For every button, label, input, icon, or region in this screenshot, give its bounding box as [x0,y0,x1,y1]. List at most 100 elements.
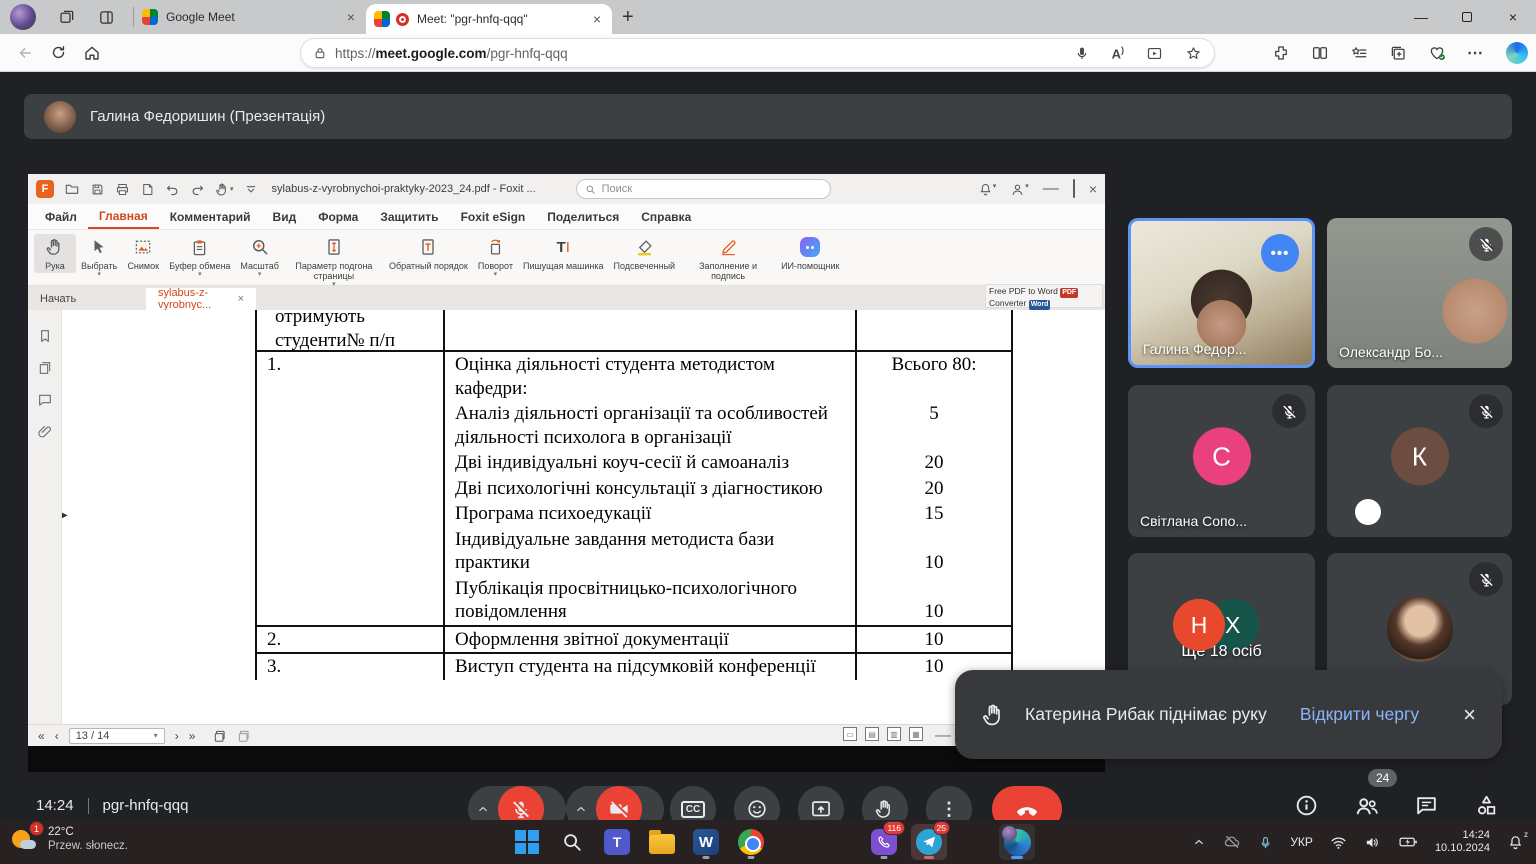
wifi-icon[interactable] [1330,834,1347,851]
continuous-facing-icon[interactable]: ▦ [909,727,923,741]
tab-actions-icon[interactable] [98,9,115,26]
camera-options-chevron-icon[interactable] [566,802,596,816]
close-button[interactable]: × [1490,0,1536,34]
tool-typewriter[interactable]: TIПишущая машинка [518,234,609,273]
tool-zoom[interactable]: Масштаб▾ [235,234,284,280]
tool-ai-assistant[interactable]: ИИ-помощник [776,234,844,273]
tab-close-icon[interactable]: × [590,11,604,27]
quick-tool-icon[interactable]: ▾ [215,182,234,197]
menu-esign[interactable]: Foxit eSign [450,206,537,228]
hidden-icons-ch evron-icon[interactable] [1192,835,1206,849]
zoom-out-icon[interactable]: — [935,727,951,745]
language-indicator[interactable]: УКР [1290,835,1313,849]
collections-icon[interactable] [1389,44,1407,62]
menu-home[interactable]: Главная [88,205,159,229]
activities-icon[interactable] [1474,793,1499,818]
doc-tab-close-icon[interactable]: × [238,293,244,305]
notifications-bell-icon[interactable]: ▾ [978,182,997,197]
tile-k[interactable]: К [1327,385,1512,537]
favorites-icon[interactable] [1350,44,1368,62]
viber-icon[interactable]: 116 [866,824,902,860]
account-icon[interactable]: ▾ [1010,182,1029,197]
foxit-close-icon[interactable]: × [1089,181,1097,197]
tile-galyna[interactable]: ••• Галина Федор... [1128,218,1315,368]
start-button[interactable] [509,824,545,860]
attachments-panel-icon[interactable] [37,424,53,440]
export-page-icon[interactable] [140,182,155,197]
doc-tab-start[interactable]: Начать [28,288,146,310]
tray-mic-icon[interactable] [1258,835,1273,850]
continuous-page-icon[interactable]: ▤ [865,727,879,741]
mic-options-chevron-icon[interactable] [468,802,498,816]
open-queue-link[interactable]: Відкрити чергу [1300,704,1419,725]
tool-select[interactable]: Выбрать▾ [76,234,122,280]
chrome-icon[interactable] [733,824,769,860]
toast-close-icon[interactable]: × [1463,702,1476,728]
file-explorer-icon[interactable] [644,824,680,860]
copilot-icon[interactable] [1506,42,1528,64]
menu-form[interactable]: Форма [307,206,369,228]
extensions-icon[interactable] [1272,44,1290,62]
workspaces-icon[interactable] [58,8,76,26]
restore-button[interactable] [1444,0,1490,34]
tile-oleksandr[interactable]: Олександр Бо... [1327,218,1512,368]
video-translate-icon[interactable] [1146,45,1163,62]
tool-fill-sign[interactable]: Заполнение и подпись [680,234,776,283]
word-icon[interactable]: W [688,824,724,860]
tab-meet-call[interactable]: Meet: "pgr-hnfq-qqq" × [366,4,612,34]
save-icon[interactable] [90,182,105,197]
facing-page-icon[interactable]: ▥ [887,727,901,741]
tool-page-fit[interactable]: Параметр подгона страницы▾ [284,234,384,290]
pdf-to-word-ad[interactable]: Free PDF to Word PDF Converter Word [985,284,1103,308]
refresh-icon[interactable] [50,44,67,61]
redo-icon[interactable] [190,182,205,197]
minimize-button[interactable]: — [1398,0,1444,34]
foxit-search-box[interactable]: Поиск [576,179,831,199]
new-tab-button[interactable]: + [622,6,634,29]
foxit-minimize-icon[interactable]: — [1043,180,1059,198]
doc-tab-sylabus[interactable]: sylabus-z-vyrobnyc...× [146,288,256,310]
tool-rotate[interactable]: Поворот▾ [473,234,518,280]
tool-snapshot[interactable]: Снимок [122,234,164,273]
pdf-page[interactable]: отримуютьстуденти№ п/п 1. Оцінка діяльно… [62,310,1105,724]
read-aloud-icon[interactable]: A) [1112,45,1124,61]
home-icon[interactable] [83,44,101,62]
tool-hand[interactable]: Рука [34,234,76,273]
tool-clipboard[interactable]: Буфер обмена▾ [164,234,235,280]
pages-panel-icon[interactable] [37,360,53,376]
first-page-icon[interactable]: « [38,729,45,743]
browser-profile-avatar[interactable] [10,4,36,30]
expand-panel-arrow-icon[interactable]: ▶ [62,510,68,521]
back-icon[interactable] [16,44,34,62]
clipboard-view-icon[interactable] [237,729,251,743]
menu-comment[interactable]: Комментарий [159,206,262,228]
snapshot-view-icon[interactable] [213,729,227,743]
tool-reverse-order[interactable]: Обратный порядок [384,234,473,273]
single-page-icon[interactable]: ▭ [843,727,857,741]
undo-icon[interactable] [165,182,180,197]
tool-highlight[interactable]: Подсвеченный [609,234,681,273]
split-screen-icon[interactable] [1311,44,1329,62]
comments-panel-icon[interactable] [37,392,53,408]
page-number-box[interactable]: 13 / 14▾ [69,728,165,744]
taskbar-search-icon[interactable] [554,824,590,860]
tile-options-icon[interactable]: ••• [1261,234,1299,272]
browser-essentials-icon[interactable] [1428,44,1446,62]
menu-view[interactable]: Вид [262,206,308,228]
people-panel-icon[interactable] [1354,793,1380,819]
notifications-bell-icon[interactable]: z [1507,834,1524,851]
print-icon[interactable] [115,182,130,197]
address-bar[interactable]: https://meet.google.com/pgr-hnfq-qqq A) [300,38,1215,68]
collapse-ribbon-icon[interactable] [244,182,258,196]
prev-page-icon[interactable]: ‹ [55,729,59,743]
favorite-star-icon[interactable] [1185,45,1202,62]
tab-close-icon[interactable]: × [344,9,358,25]
chat-panel-icon[interactable] [1414,793,1439,818]
menu-share[interactable]: Поделиться [536,206,630,228]
tab-google-meet[interactable]: Google Meet × [134,0,366,34]
last-page-icon[interactable]: » [189,729,196,743]
next-page-icon[interactable]: › [175,729,179,743]
bookmarks-panel-icon[interactable] [37,328,53,344]
volume-icon[interactable] [1364,834,1381,851]
menu-help[interactable]: Справка [630,206,702,228]
